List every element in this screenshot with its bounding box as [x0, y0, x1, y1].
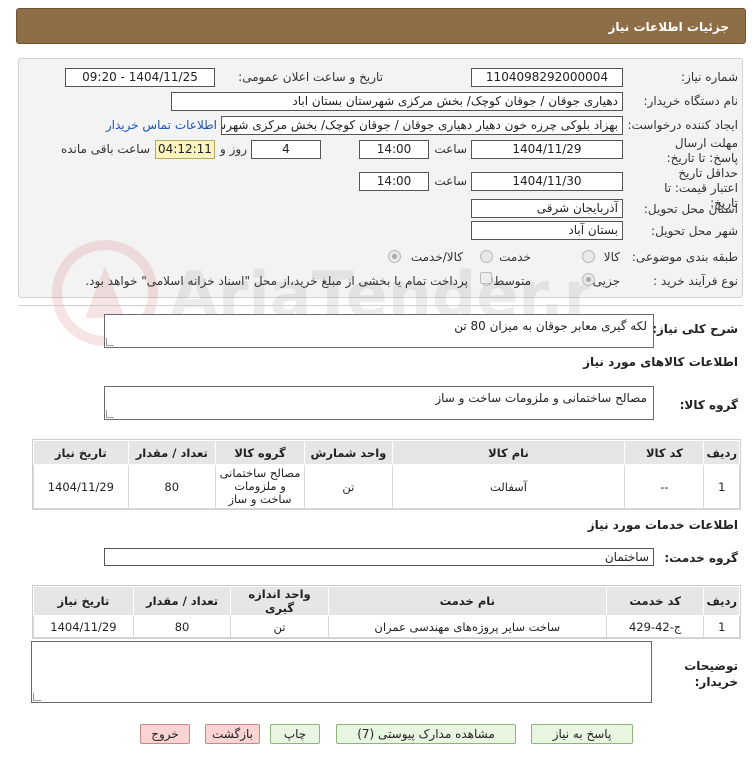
category-radio-service[interactable] — [480, 250, 493, 263]
summary-label: شرح کلی نیاز: — [652, 322, 738, 336]
goods-group-field: مصالح ساختمانی و ملزومات ساخت و ساز — [104, 386, 654, 420]
col-goods-group: گروه کالا — [214, 440, 306, 465]
services-table: ردیف کد خدمت نام خدمت واحد اندازه گیری ت… — [32, 585, 741, 639]
days-and-label: روز و — [220, 142, 247, 156]
cell-row: 1 — [703, 464, 740, 509]
cell-goods-group: مصالح ساختمانی و ملزومات ساخت و ساز — [214, 464, 306, 509]
goods-section-title: اطلاعات کالاهای مورد نیاز — [583, 355, 738, 369]
remaining-label: ساعت باقی مانده — [60, 142, 150, 156]
summary-text: لکه گیری معابر جوقان به میزان 80 تن — [454, 319, 647, 333]
requester-field: بهزاد بلوکی چرزه خون دهیار دهیاری جوقان … — [221, 116, 623, 135]
process-label: نوع فرآیند خرید : — [653, 274, 738, 288]
category-option-goods: کالا — [603, 250, 620, 264]
back-button[interactable]: بازگشت — [205, 724, 260, 744]
goods-group-text: مصالح ساختمانی و ملزومات ساخت و ساز — [435, 391, 647, 405]
cell-measure-unit: تن — [230, 615, 329, 638]
attachments-button[interactable]: مشاهده مدارک پیوستی (7) — [336, 724, 516, 744]
cell-goods-name: آسفالت — [391, 464, 626, 509]
resize-grip-icon — [106, 338, 114, 346]
category-option-service: خدمت — [499, 250, 531, 264]
cell-service-name: ساخت سایر پروژه‌های مهندسی عمران — [327, 615, 607, 638]
province-label: استان محل تحویل: — [643, 202, 738, 216]
cell-goods-code: -- — [624, 464, 705, 509]
city-label: شهر محل تحویل: — [651, 224, 738, 238]
buyer-notes-field[interactable] — [31, 641, 652, 703]
cell-need-date: 1404/11/29 — [33, 615, 134, 638]
services-group-field: ساختمان — [104, 548, 654, 566]
page-title: جزئیات اطلاعات نیاز — [608, 20, 729, 34]
category-option-goods-service: کالا/خدمت — [410, 250, 463, 264]
province-field: آذربایجان شرقی — [471, 199, 623, 218]
col-quantity: تعداد / مقدار — [127, 440, 216, 465]
cell-quantity: 80 — [127, 464, 216, 509]
goods-table-header: ردیف کد کالا نام کالا واحد شمارش گروه کا… — [33, 440, 740, 465]
buyer-org-label: نام دستگاه خریدار: — [643, 94, 739, 108]
reply-date-field: 1404/11/29 — [471, 140, 623, 159]
reply-button[interactable]: پاسخ به نیاز — [531, 724, 633, 744]
cell-quantity: 80 — [132, 615, 232, 638]
services-section-title: اطلاعات خدمات مورد نیاز — [587, 518, 738, 532]
need-number-field: 1104098292000004 — [471, 68, 623, 87]
reply-time-field: 14:00 — [359, 140, 429, 159]
col-service-name: نام خدمت — [327, 586, 607, 616]
remaining-timer: 04:12:11 — [155, 140, 215, 159]
resize-grip-icon — [33, 693, 41, 701]
exit-button[interactable]: خروج — [140, 724, 190, 744]
table-row: 1 ج-42-429 ساخت سایر پروژه‌های مهندسی عم… — [33, 615, 740, 638]
cell-service-code: ج-42-429 — [605, 615, 705, 638]
goods-group-label: گروه کالا: — [679, 398, 738, 412]
buyer-org-field: دهیاری جوقان / جوقان کوچک/ بخش مرکزی شهر… — [171, 92, 623, 111]
treasury-payment-note: پرداخت تمام یا بخشی از مبلغ خرید،از محل … — [85, 274, 468, 288]
announce-label: تاریخ و ساعت اعلان عمومی: — [238, 70, 383, 84]
col-goods-code: کد کالا — [624, 440, 705, 465]
goods-table: ردیف کد کالا نام کالا واحد شمارش گروه کا… — [32, 439, 741, 510]
cell-row: 1 — [703, 615, 740, 638]
validity-time-field: 14:00 — [359, 172, 429, 191]
requester-label: ایجاد کننده درخواست: — [627, 118, 738, 132]
validity-time-label: ساعت — [434, 174, 467, 188]
cell-unit: تن — [304, 464, 393, 509]
cell-need-date: 1404/11/29 — [33, 464, 129, 509]
col-service-code: کد خدمت — [605, 586, 705, 616]
resize-grip-icon — [106, 410, 114, 418]
table-row: 1 -- آسفالت تن مصالح ساختمانی و ملزومات … — [33, 464, 740, 509]
reply-time-label: ساعت — [434, 142, 467, 156]
days-remaining-field: 4 — [251, 140, 321, 159]
reply-deadline-label: مهلت ارسال پاسخ: تا تاریخ: — [666, 136, 738, 165]
category-label: طبقه بندی موضوعی: — [631, 250, 738, 264]
print-button[interactable]: چاپ — [270, 724, 320, 744]
category-radio-goods[interactable] — [582, 250, 595, 263]
treasury-checkbox[interactable] — [480, 272, 492, 284]
col-row: ردیف — [703, 586, 740, 616]
category-radio-goods-service[interactable] — [388, 250, 401, 263]
col-goods-name: نام کالا — [391, 440, 626, 465]
buyer-contact-link[interactable]: اطلاعات تماس خریدار — [106, 118, 217, 132]
col-quantity: تعداد / مقدار — [132, 586, 232, 616]
col-row: ردیف — [703, 440, 740, 465]
col-need-date: تاریخ نیاز — [33, 440, 129, 465]
buyer-notes-label: توضیحات خریدار: — [684, 659, 738, 689]
services-table-header: ردیف کد خدمت نام خدمت واحد اندازه گیری ت… — [33, 586, 740, 616]
col-need-date: تاریخ نیاز — [33, 586, 134, 616]
page-header: جزئیات اطلاعات نیاز — [16, 8, 746, 44]
col-measure-unit: واحد اندازه گیری — [230, 586, 329, 616]
need-number-label: شماره نیاز: — [681, 70, 738, 84]
services-group-label: گروه خدمت: — [664, 551, 738, 565]
summary-field: لکه گیری معابر جوقان به میزان 80 تن — [104, 314, 654, 348]
announce-field: 1404/11/25 - 09:20 — [65, 68, 215, 87]
validity-date-field: 1404/11/30 — [471, 172, 623, 191]
process-option-medium: متوسط — [493, 274, 531, 288]
col-unit: واحد شمارش — [304, 440, 393, 465]
city-field: بستان آباد — [471, 221, 623, 240]
process-option-minor: جزیی — [592, 274, 620, 288]
